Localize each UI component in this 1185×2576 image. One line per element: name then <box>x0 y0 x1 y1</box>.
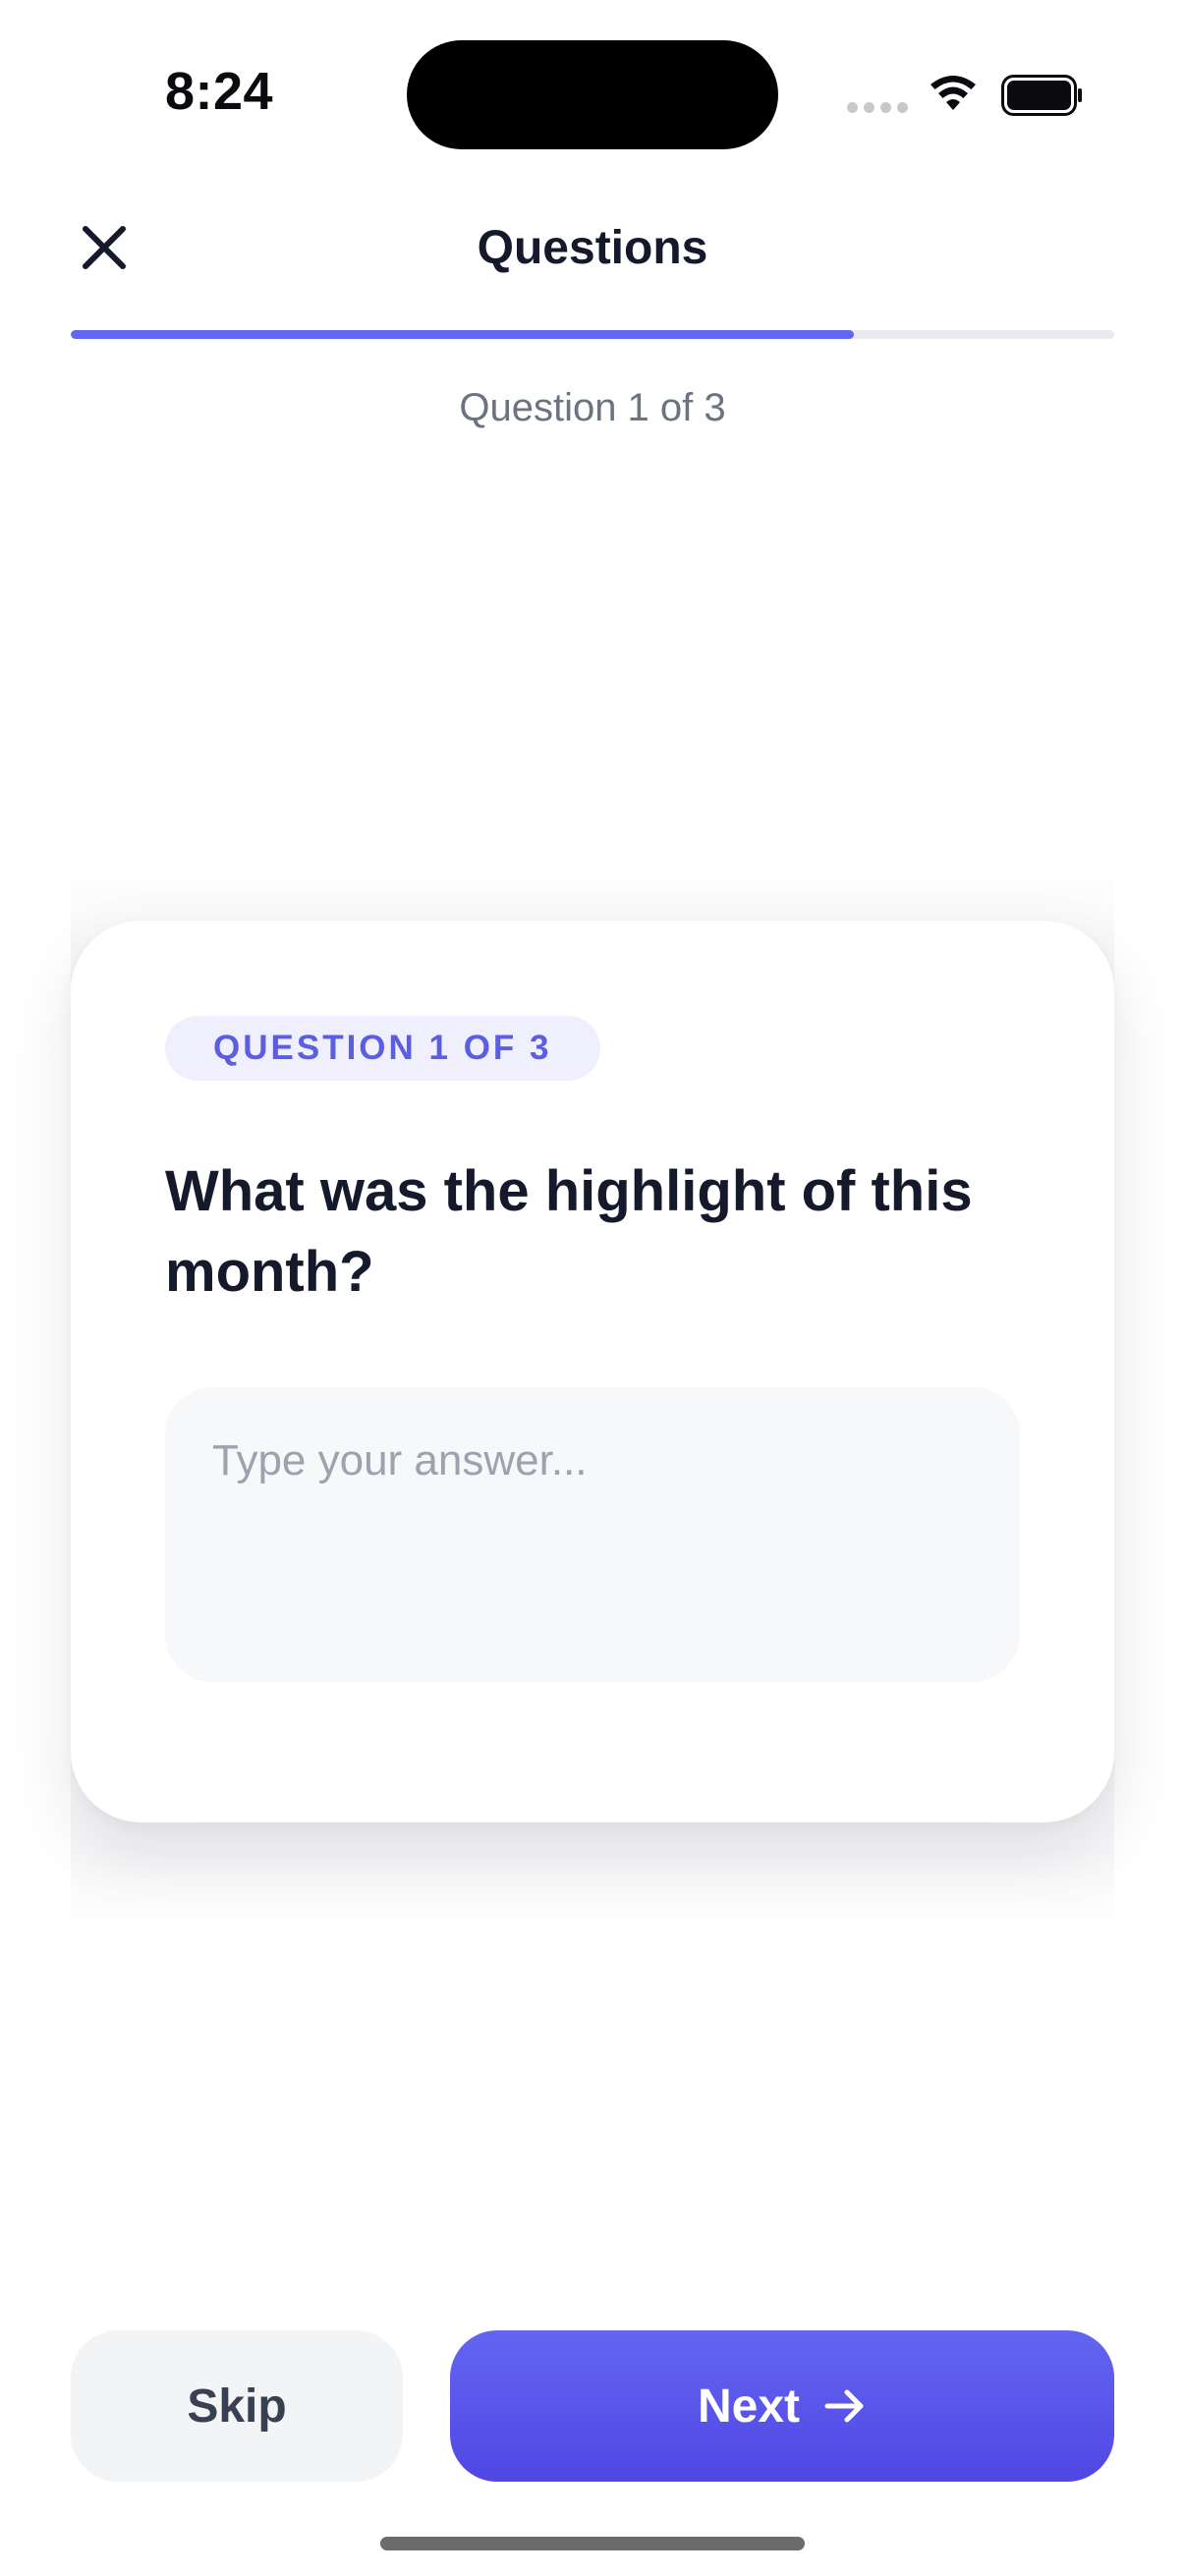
page-title: Questions <box>477 222 708 274</box>
question-text: What was the highlight of this month? <box>165 1159 973 1304</box>
battery-icon <box>1001 75 1082 116</box>
skip-button-label: Skip <box>187 2380 287 2433</box>
cellular-signal-icon <box>847 102 908 113</box>
home-indicator <box>380 2537 805 2550</box>
progress-bar-fill <box>71 330 854 339</box>
progress-bar <box>71 330 1114 339</box>
question-number-badge: QUESTION 1 OF 3 <box>165 1016 600 1081</box>
answer-input[interactable] <box>165 1387 1020 1682</box>
wifi-icon <box>931 76 976 110</box>
skip-button[interactable]: Skip <box>71 2330 403 2482</box>
next-button[interactable]: Next <box>450 2330 1114 2482</box>
arrow-right-icon <box>824 2389 864 2423</box>
dynamic-island <box>407 40 778 149</box>
status-time: 8:24 <box>165 62 274 121</box>
progress-label: Question 1 of 3 <box>459 386 726 429</box>
next-button-label: Next <box>697 2380 801 2433</box>
